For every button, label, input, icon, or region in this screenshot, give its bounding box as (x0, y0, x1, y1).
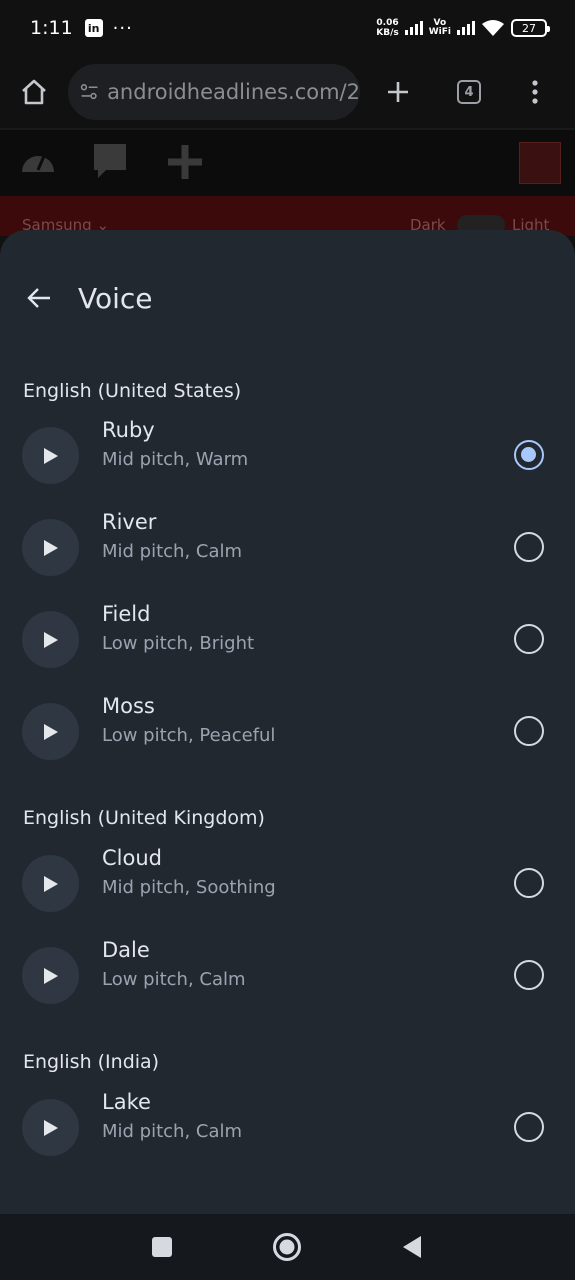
back-nav-button[interactable] (397, 1232, 427, 1262)
home-circle-icon (273, 1233, 301, 1261)
play-icon (43, 875, 58, 892)
voice-description: Mid pitch, Warm (102, 449, 249, 470)
play-button[interactable] (22, 1099, 79, 1156)
speedometer-icon (22, 155, 54, 172)
cellular-signal-icon (404, 21, 423, 35)
voice-row-field[interactable]: Field Low pitch, Bright (0, 599, 575, 679)
address-bar[interactable]: androidheadlines.com/2 (68, 64, 360, 120)
home-button[interactable] (0, 60, 68, 124)
avatar (519, 142, 561, 184)
home-nav-button[interactable] (272, 1232, 302, 1262)
back-button[interactable] (22, 281, 56, 315)
more-vert-icon (532, 80, 538, 104)
comment-icon (94, 144, 126, 178)
voice-description: Mid pitch, Calm (102, 1121, 243, 1142)
system-nav-bar (0, 1214, 575, 1280)
voice-radio[interactable] (514, 532, 544, 562)
voice-sheet: Voice English (United States) Ruby Mid p… (0, 230, 575, 1214)
network-speed-value: 0.06 (376, 18, 399, 28)
back-triangle-icon (403, 1236, 421, 1258)
url-text: androidheadlines.com/2 (107, 80, 360, 104)
section-label-en-in: English (India) (23, 1051, 160, 1073)
play-button[interactable] (22, 947, 79, 1004)
home-icon (22, 79, 46, 105)
voice-description: Low pitch, Peaceful (102, 725, 276, 746)
site-settings-icon (80, 84, 98, 100)
play-icon (43, 447, 58, 464)
new-tab-button[interactable] (360, 60, 436, 124)
play-button[interactable] (22, 855, 79, 912)
page-toolbar (0, 128, 575, 196)
voice-name: Lake (102, 1090, 151, 1114)
plus-icon (388, 82, 408, 102)
voice-row-ruby[interactable]: Ruby Mid pitch, Warm (0, 415, 575, 495)
voice-name: Moss (102, 694, 155, 718)
browser-toolbar: androidheadlines.com/2 4 (0, 56, 575, 128)
battery-indicator: 27 (511, 19, 550, 37)
tab-count: 4 (457, 80, 481, 104)
play-button[interactable] (22, 427, 79, 484)
browser-menu-button[interactable] (502, 60, 568, 124)
sheet-header: Voice (0, 270, 575, 326)
status-bar: 1:11 in ··· 0.06 KB/s Vo WiFi 27 (0, 0, 575, 56)
wifi-icon (482, 20, 504, 36)
section-label-en-uk: English (United Kingdom) (23, 807, 265, 829)
vowifi-bottom: WiFi (428, 27, 451, 37)
voice-radio[interactable] (514, 868, 544, 898)
play-button[interactable] (22, 519, 79, 576)
voice-description: Mid pitch, Calm (102, 541, 243, 562)
play-icon (43, 631, 58, 648)
voice-radio[interactable] (514, 624, 544, 654)
section-label-en-us: English (United States) (23, 380, 242, 402)
recents-icon (152, 1237, 172, 1257)
voice-name: River (102, 510, 157, 534)
network-speed: 0.06 KB/s (376, 18, 398, 38)
vowifi-indicator: Vo WiFi (429, 19, 451, 37)
voice-row-dale[interactable]: Dale Low pitch, Calm (0, 935, 575, 1015)
voice-radio-selected[interactable] (514, 440, 544, 470)
play-icon (43, 1119, 58, 1136)
voice-radio[interactable] (514, 716, 544, 746)
status-time: 1:11 (30, 17, 73, 39)
voice-description: Mid pitch, Soothing (102, 877, 276, 898)
play-icon (43, 967, 58, 984)
tab-switcher-button[interactable]: 4 (436, 60, 502, 124)
recents-button[interactable] (147, 1232, 177, 1262)
voice-radio[interactable] (514, 1112, 544, 1142)
add-icon (168, 145, 202, 179)
play-icon (43, 723, 58, 740)
voice-name: Dale (102, 938, 150, 962)
linkedin-notification-icon: in (84, 19, 103, 37)
cellular-signal-2-icon (457, 21, 475, 35)
voice-radio[interactable] (514, 960, 544, 990)
network-speed-unit: KB/s (376, 28, 399, 38)
voice-name: Field (102, 602, 151, 626)
voice-name: Cloud (102, 846, 162, 870)
play-icon (43, 539, 58, 556)
voice-description: Low pitch, Bright (102, 633, 255, 654)
sheet-title: Voice (78, 281, 153, 315)
play-button[interactable] (22, 703, 79, 760)
arrow-back-icon (27, 288, 50, 308)
voice-name: Ruby (102, 418, 155, 442)
voice-row-lake[interactable]: Lake Mid pitch, Calm (0, 1087, 575, 1167)
voice-description: Low pitch, Calm (102, 969, 246, 990)
voice-row-cloud[interactable]: Cloud Mid pitch, Soothing (0, 843, 575, 923)
play-button[interactable] (22, 611, 79, 668)
more-notifications-icon: ··· (112, 17, 133, 39)
voice-row-river[interactable]: River Mid pitch, Calm (0, 507, 575, 587)
voice-row-moss[interactable]: Moss Low pitch, Peaceful (0, 691, 575, 771)
